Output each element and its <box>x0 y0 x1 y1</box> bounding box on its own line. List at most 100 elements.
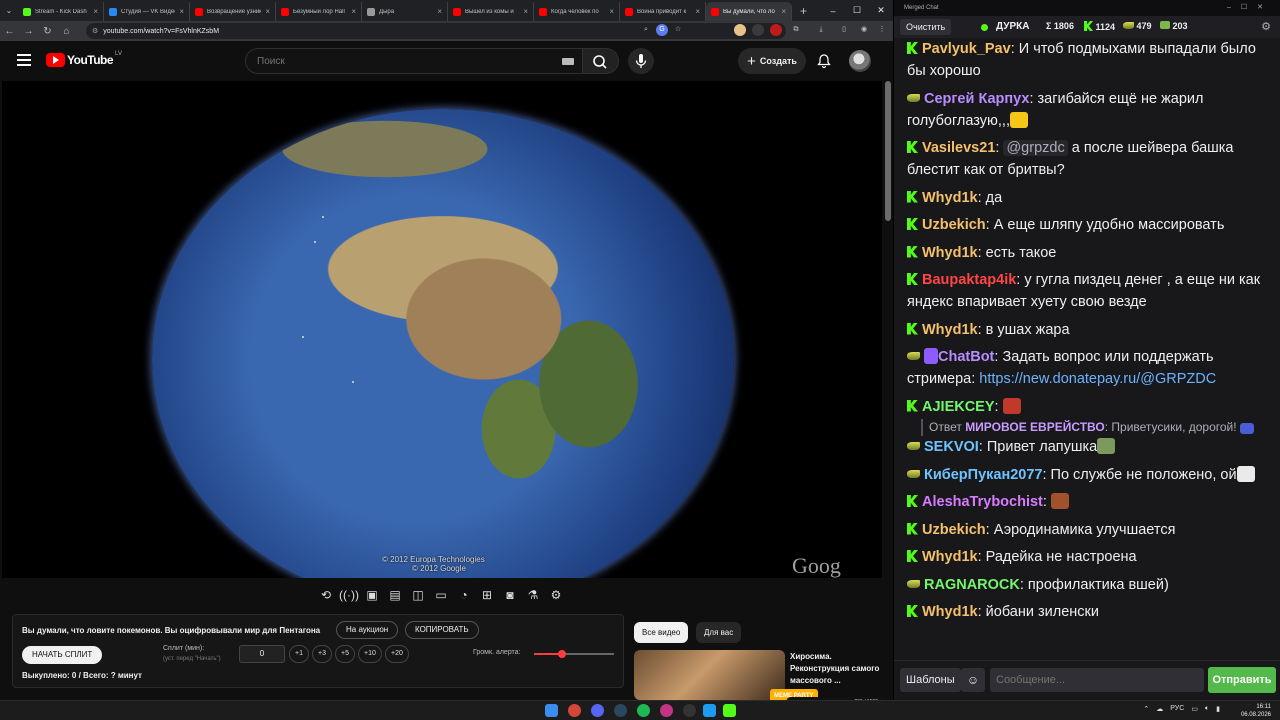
loop-icon[interactable]: ⟲ <box>316 585 336 605</box>
recommended-video-thumbnail[interactable] <box>634 650 785 700</box>
close-tab-icon[interactable]: × <box>265 7 270 16</box>
browser-tab[interactable]: Студия — VK Видео × <box>104 2 190 21</box>
home-icon[interactable]: ⌂ <box>57 26 76 37</box>
maximize-icon[interactable]: ☐ <box>845 5 869 16</box>
auction-button[interactable]: На аукцион <box>336 621 399 639</box>
chat-username[interactable]: AleshaTrybochist <box>922 494 1043 510</box>
menu-dots-icon[interactable]: ⋮ <box>876 24 888 36</box>
close-tab-icon[interactable]: × <box>609 7 614 16</box>
language-indicator[interactable]: РУС <box>1170 705 1184 713</box>
screenshot-area-icon[interactable]: ◫ <box>408 585 428 605</box>
slider-knob[interactable] <box>558 650 566 658</box>
emoji-button[interactable]: ☺ <box>961 668 985 692</box>
browser-tab[interactable]: Stream - Kick Dash × <box>18 2 104 21</box>
close-window-icon[interactable]: ✕ <box>869 5 893 16</box>
browser-tab[interactable]: Вышел из комы и × <box>448 2 534 21</box>
browser-tab[interactable]: Дыра × <box>362 2 448 21</box>
new-tab-button[interactable]: + <box>792 4 815 18</box>
reply-username[interactable]: МИРОВОЕ ЕВРЕЙСТВО <box>965 420 1105 434</box>
increment-button[interactable]: +1 <box>289 645 309 663</box>
split-minutes-input[interactable]: 0 <box>239 645 285 663</box>
chat-username[interactable]: Uzbekich <box>922 217 986 233</box>
forward-icon[interactable]: → <box>19 26 38 37</box>
templates-button[interactable]: Шаблоны <box>900 668 961 692</box>
chrome-icon[interactable] <box>568 704 581 717</box>
start-menu-icon[interactable] <box>545 704 558 717</box>
clapperboard-icon[interactable]: ▤ <box>385 585 405 605</box>
close-tab-icon[interactable]: × <box>695 7 700 16</box>
minimize-icon[interactable]: – <box>821 6 845 16</box>
browser-tab[interactable]: Война приводит к × <box>620 2 706 21</box>
close-tab-icon[interactable]: × <box>437 7 442 16</box>
chat-username[interactable]: Whyd1k <box>922 322 978 338</box>
extension-icon[interactable] <box>770 24 782 36</box>
download-icon[interactable]: ⤓ <box>815 24 827 36</box>
camera-icon[interactable]: ◙ <box>500 585 520 605</box>
donate-link[interactable]: https://new.donatepay.ru/@GRPZDC <box>979 371 1216 387</box>
cloud-icon[interactable]: ☁ <box>1156 705 1163 713</box>
chat-username[interactable]: ChatBot <box>938 349 994 365</box>
increment-button[interactable]: +3 <box>312 645 332 663</box>
chat-username[interactable]: Baupaktap4ik <box>922 272 1016 288</box>
chat-message-input[interactable] <box>990 668 1204 692</box>
clock[interactable]: 16:11 06.08.2026 <box>1241 703 1271 719</box>
chip-all-videos[interactable]: Все видео <box>634 622 689 643</box>
battery-icon[interactable]: ▮ <box>1216 705 1220 713</box>
reload-icon[interactable]: ↻ <box>38 26 57 37</box>
increment-button[interactable]: +20 <box>385 645 409 663</box>
chat-username[interactable]: RAGNAROCK <box>924 577 1020 593</box>
chip-for-you[interactable]: Для вас <box>696 622 742 643</box>
chat-username[interactable]: Сергей Карпух <box>924 91 1029 107</box>
zoom-icon[interactable]: ⌕ <box>640 24 652 36</box>
obs-icon[interactable] <box>683 704 696 717</box>
translate-icon[interactable]: G <box>656 24 668 36</box>
bookmark-star-icon[interactable]: ☆ <box>672 24 684 36</box>
chat-username[interactable]: Whyd1k <box>922 190 978 206</box>
back-icon[interactable]: ← <box>0 26 19 37</box>
chat-username[interactable]: AJIEKCEY <box>922 399 995 415</box>
browser-tab[interactable]: Возвращение узник × <box>190 2 276 21</box>
chat-username[interactable]: Pavlyuk_Pav <box>922 41 1011 57</box>
telegram-icon[interactable] <box>703 704 716 717</box>
browser-tab[interactable]: Вы думали, что ло × <box>706 2 792 21</box>
chat-username[interactable]: Whyd1k <box>922 549 978 565</box>
extension-icon[interactable] <box>752 24 764 36</box>
tab-search-icon[interactable]: ⌄ <box>0 1 18 20</box>
start-split-button[interactable]: НАЧАТЬ СПЛИТ <box>22 646 103 664</box>
gear-icon[interactable]: ⚙ <box>546 585 566 605</box>
send-button[interactable]: Отправить <box>1208 667 1276 693</box>
browser-tab[interactable]: Когда человек по × <box>534 2 620 21</box>
recommended-video-title[interactable]: Хиросима. Реконструкция самого массового… <box>790 651 888 687</box>
steam-icon[interactable] <box>614 704 627 717</box>
sidebar-icon[interactable]: ▯ <box>838 24 850 36</box>
browser-tab[interactable]: Безумный лор Hall × <box>276 2 362 21</box>
search-button[interactable] <box>583 48 619 74</box>
gear-icon[interactable]: ⚙ <box>1261 20 1271 33</box>
increment-button[interactable]: +10 <box>358 645 382 663</box>
chat-username[interactable]: Whyd1k <box>922 604 978 620</box>
chat-window-controls[interactable]: –☐✕ <box>1227 0 1273 16</box>
site-info-icon[interactable]: ⚙ <box>92 27 98 35</box>
chat-username[interactable]: Vasilevs21 <box>922 140 995 156</box>
network-icon[interactable]: ▭ <box>1191 705 1198 713</box>
volume-icon[interactable]: 🔈︎ <box>1205 705 1209 713</box>
add-clip-icon[interactable]: ⊞ <box>477 585 497 605</box>
menu-icon[interactable] <box>17 54 31 66</box>
chat-username[interactable]: КиберПукан2077 <box>924 467 1042 483</box>
kick-app-icon[interactable] <box>723 704 736 717</box>
extension-icon[interactable] <box>734 24 746 36</box>
chat-username[interactable]: Uzbekich <box>922 522 986 538</box>
broadcast-icon[interactable]: ((·)) <box>339 585 359 605</box>
app-icon[interactable] <box>660 704 673 717</box>
spotify-icon[interactable] <box>637 704 650 717</box>
page-scrollbar[interactable] <box>885 81 891 221</box>
notifications-bell-icon[interactable] <box>816 53 832 69</box>
screen-record-icon[interactable]: ▣ <box>362 585 382 605</box>
avatar[interactable] <box>849 50 871 72</box>
discord-icon[interactable] <box>591 704 604 717</box>
extensions-puzzle-icon[interactable]: ⧉ <box>790 24 802 36</box>
close-tab-icon[interactable]: × <box>781 7 786 16</box>
keyboard-icon[interactable] <box>562 58 574 65</box>
speed-gauge-icon[interactable]: ◔ <box>454 585 474 605</box>
clear-chat-button[interactable]: Очистить <box>900 19 952 35</box>
